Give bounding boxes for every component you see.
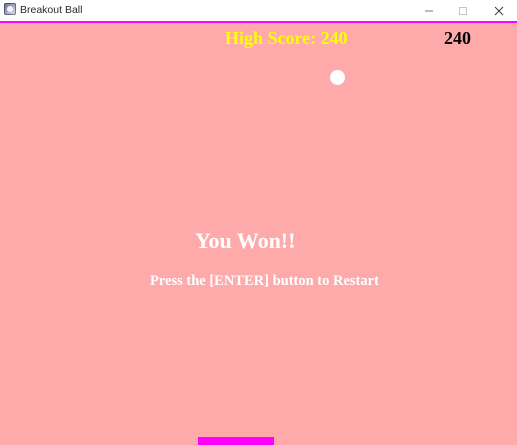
close-icon — [494, 6, 504, 15]
game-window: Breakout Ball High Score: 240 240 You Wo… — [0, 0, 517, 445]
paddle — [198, 437, 274, 445]
ball — [330, 70, 345, 85]
app-icon — [4, 3, 16, 15]
window-title: Breakout Ball — [20, 4, 83, 16]
game-canvas[interactable]: High Score: 240 240 You Won!! Press the … — [0, 23, 517, 445]
minimize-icon — [425, 10, 433, 11]
maximize-button[interactable] — [446, 0, 480, 21]
close-button[interactable] — [482, 0, 516, 21]
win-message: You Won!! — [195, 228, 296, 253]
title-bar: Breakout Ball — [0, 0, 517, 21]
minimize-button[interactable] — [412, 0, 446, 21]
maximize-icon — [459, 6, 467, 15]
high-score-label: High Score: 240 — [225, 28, 348, 48]
score-value: 240 — [444, 28, 471, 48]
restart-instruction: Press the [ENTER] button to Restart — [150, 273, 379, 289]
